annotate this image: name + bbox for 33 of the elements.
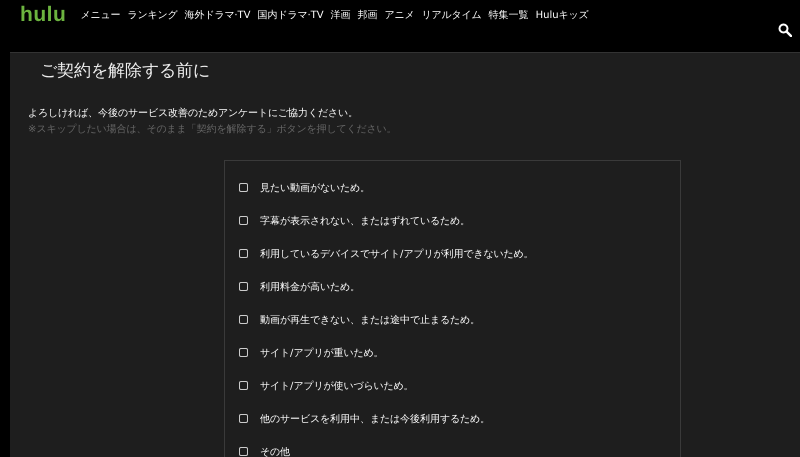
reason-option[interactable]: その他 (239, 435, 680, 457)
nav-link[interactable]: 特集一覧 (488, 8, 529, 22)
nav-link[interactable]: 海外ドラマ·TV (184, 8, 250, 22)
reason-option[interactable]: 字幕が表示されない、またはずれているため。 (239, 204, 680, 237)
checkbox[interactable] (239, 414, 248, 423)
reason-option[interactable]: 他のサービスを利用中、または今後利用するため。 (239, 402, 680, 435)
reason-option[interactable]: 見たい動画がないため。 (239, 171, 680, 204)
nav-link[interactable]: メニュー (80, 8, 120, 22)
logo[interactable]: hulu (20, 3, 66, 27)
reason-option[interactable]: 利用料金が高いため。 (239, 270, 680, 303)
nav-link[interactable]: リアルタイム (422, 8, 482, 22)
checkbox[interactable] (239, 216, 248, 225)
nav-link[interactable]: ランキング (127, 8, 178, 22)
reason-option[interactable]: サイト/アプリが使いづらいため。 (239, 369, 680, 402)
checkbox[interactable] (239, 348, 248, 357)
reason-option[interactable]: 動画が再生できない、または途中で止まるため。 (239, 303, 680, 336)
reason-option[interactable]: 利用しているデバイスでサイト/アプリが利用できないため。 (239, 237, 680, 270)
nav-link[interactable]: 国内ドラマ·TV (257, 8, 324, 22)
intro-text: よろしければ、今後のサービス改善のためアンケートにご協力ください。 (28, 106, 359, 120)
nav-link[interactable]: 邦画 (358, 8, 378, 22)
checkbox[interactable] (239, 282, 248, 291)
search-icon[interactable] (778, 23, 792, 37)
nav-link[interactable]: 洋画 (330, 8, 351, 22)
checkbox[interactable] (239, 315, 248, 324)
nav-link[interactable]: Huluキッズ (536, 8, 589, 22)
note-text: ※スキップしたい場合は、そのまま「契約を解除する」ボタンを押してください。 (28, 122, 398, 136)
nav-link[interactable]: アニメ (384, 8, 415, 22)
reason-option[interactable]: サイト/アプリが重いため。 (239, 336, 680, 369)
checkbox[interactable] (239, 249, 248, 258)
checkbox[interactable] (239, 381, 248, 390)
page-title: ご契約を解除する前に (40, 60, 211, 82)
checkbox[interactable] (239, 183, 248, 192)
checkbox[interactable] (239, 447, 248, 456)
